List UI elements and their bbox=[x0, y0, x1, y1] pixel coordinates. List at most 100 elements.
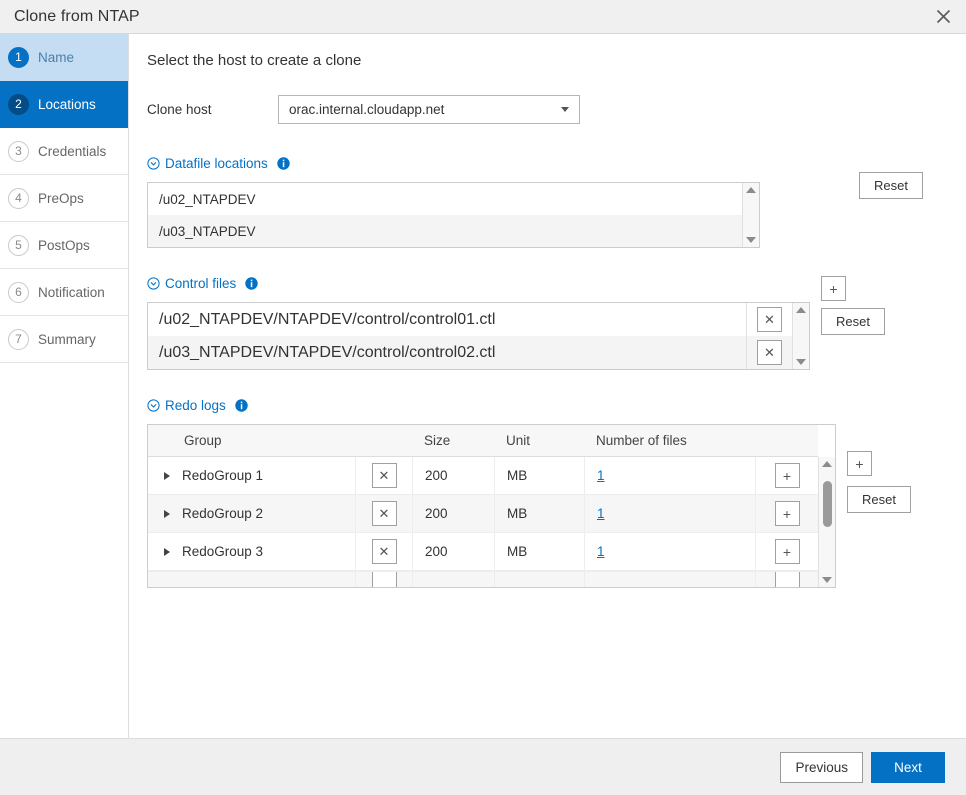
info-icon[interactable] bbox=[235, 399, 248, 412]
datafile-locations-header: Datafile locations bbox=[147, 156, 966, 171]
redo-number-of-files-link[interactable]: 1 bbox=[597, 544, 605, 559]
sidebar-item-postops[interactable]: 5 PostOps bbox=[0, 222, 128, 269]
dialog-title: Clone from NTAP bbox=[14, 7, 140, 25]
redo-remove-cell-partial bbox=[355, 572, 412, 587]
redo-add-cell: + bbox=[755, 457, 818, 494]
scroll-up-icon[interactable] bbox=[796, 307, 806, 313]
redo-logs-reset-button[interactable]: Reset bbox=[847, 486, 911, 513]
redo-logs-section: Redo logs Group Size Unit Number of file… bbox=[147, 398, 966, 588]
remove-control-file-button[interactable]: ✕ bbox=[757, 340, 782, 365]
step-label: Notification bbox=[38, 284, 105, 300]
column-header-unit: Unit bbox=[506, 433, 531, 448]
column-header-number-of-files: Number of files bbox=[596, 433, 687, 448]
redo-size-cell[interactable]: 200 bbox=[412, 533, 494, 570]
expand-row-icon[interactable] bbox=[164, 471, 170, 480]
redo-number-of-files-link[interactable]: 1 bbox=[597, 506, 605, 521]
redo-group-name: RedoGroup 2 bbox=[182, 506, 264, 521]
control-file-path: /u03_NTAPDEV/NTAPDEV/control/control02.c… bbox=[159, 343, 496, 361]
add-redo-file-button-partial[interactable] bbox=[774, 572, 800, 587]
step-label: Credentials bbox=[38, 143, 107, 159]
control-files-actions: + Reset bbox=[821, 276, 885, 335]
datafile-locations-list[interactable]: /u02_NTAPDEV /u03_NTAPDEV bbox=[147, 182, 760, 248]
clone-host-row: Clone host orac.internal.cloudapp.net bbox=[147, 95, 966, 124]
circle-chevron-down-icon[interactable] bbox=[147, 399, 160, 412]
list-item[interactable]: /u03_NTAPDEV bbox=[148, 215, 742, 247]
step-number: 3 bbox=[8, 140, 29, 162]
redo-number-of-files-link[interactable]: 1 bbox=[597, 468, 605, 483]
datafile-locations-title[interactable]: Datafile locations bbox=[165, 156, 268, 171]
sidebar-item-name[interactable]: 1 Name bbox=[0, 34, 128, 81]
add-redo-file-button[interactable]: + bbox=[774, 539, 800, 564]
dialog-body: 1 Name 2 Locations 3 Credentials 4 PreOp… bbox=[0, 34, 966, 738]
circle-chevron-down-icon[interactable] bbox=[147, 277, 160, 290]
sidebar-item-notification[interactable]: 6 Notification bbox=[0, 269, 128, 316]
redo-group-cell-partial bbox=[148, 572, 355, 587]
scroll-down-icon[interactable] bbox=[822, 577, 832, 583]
sidebar-item-summary[interactable]: 7 Summary bbox=[0, 316, 128, 363]
sidebar-item-credentials[interactable]: 3 Credentials bbox=[0, 128, 128, 175]
redo-logs-header-row: Group Size Unit Number of files bbox=[148, 425, 818, 457]
previous-button[interactable]: Previous bbox=[780, 751, 863, 783]
scrollbar-thumb[interactable] bbox=[823, 481, 832, 527]
scroll-down-icon[interactable] bbox=[796, 359, 806, 365]
redo-logs-table-body: Group Size Unit Number of files RedoGrou… bbox=[148, 425, 818, 587]
close-icon[interactable] bbox=[920, 0, 966, 33]
add-redo-file-button[interactable]: + bbox=[774, 501, 800, 526]
next-button[interactable]: Next bbox=[871, 751, 945, 783]
redo-unit-cell[interactable]: MB bbox=[494, 495, 584, 532]
scroll-up-icon[interactable] bbox=[822, 461, 832, 467]
datafile-reset-button[interactable]: Reset bbox=[859, 172, 923, 199]
dialog-footer: Previous Next bbox=[0, 738, 966, 795]
redo-group-name: RedoGroup 1 bbox=[182, 468, 264, 483]
sidebar-item-preops[interactable]: 4 PreOps bbox=[0, 175, 128, 222]
info-icon[interactable] bbox=[277, 157, 290, 170]
remove-redo-group-button[interactable]: ✕ bbox=[371, 539, 397, 564]
info-icon[interactable] bbox=[245, 277, 258, 290]
datafile-list-scrollbar[interactable] bbox=[742, 183, 759, 247]
step-label: PreOps bbox=[38, 190, 84, 206]
circle-chevron-down-icon[interactable] bbox=[147, 157, 160, 170]
table-row[interactable]: RedoGroup 1 ✕ 200 MB 1 + bbox=[148, 457, 818, 495]
table-row[interactable]: RedoGroup 3 ✕ 200 MB 1 + bbox=[148, 533, 818, 571]
table-row[interactable]: RedoGroup 2 ✕ 200 MB 1 + bbox=[148, 495, 818, 533]
control-file-rows: /u02_NTAPDEV/NTAPDEV/control/control01.c… bbox=[148, 303, 792, 369]
list-item[interactable]: /u02_NTAPDEV/NTAPDEV/control/control01.c… bbox=[148, 303, 792, 336]
datafile-rows: /u02_NTAPDEV /u03_NTAPDEV bbox=[148, 183, 742, 247]
control-files-list[interactable]: /u02_NTAPDEV/NTAPDEV/control/control01.c… bbox=[147, 302, 810, 370]
redo-remove-cell: ✕ bbox=[355, 495, 412, 532]
step-number: 6 bbox=[8, 281, 29, 303]
control-files-scrollbar[interactable] bbox=[792, 303, 809, 369]
redo-unit-cell-partial bbox=[494, 572, 584, 587]
remove-redo-group-button[interactable]: ✕ bbox=[371, 501, 397, 526]
redo-size-cell[interactable]: 200 bbox=[412, 457, 494, 494]
datafile-path: /u03_NTAPDEV bbox=[159, 223, 256, 239]
redo-number-of-files-cell: 1 bbox=[584, 533, 755, 570]
step-number: 4 bbox=[8, 187, 29, 209]
list-item[interactable]: /u03_NTAPDEV/NTAPDEV/control/control02.c… bbox=[148, 336, 792, 369]
expand-row-icon[interactable] bbox=[164, 547, 170, 556]
remove-redo-group-button-partial[interactable] bbox=[371, 572, 397, 587]
redo-remove-cell: ✕ bbox=[355, 533, 412, 570]
redo-logs-scrollbar[interactable] bbox=[818, 457, 835, 587]
redo-unit-cell[interactable]: MB bbox=[494, 533, 584, 570]
scroll-up-icon[interactable] bbox=[746, 187, 756, 193]
expand-row-icon[interactable] bbox=[164, 509, 170, 518]
clone-host-select[interactable]: orac.internal.cloudapp.net bbox=[278, 95, 580, 124]
sidebar-item-locations[interactable]: 2 Locations bbox=[0, 81, 128, 128]
redo-logs-title[interactable]: Redo logs bbox=[165, 398, 226, 413]
remove-redo-group-button[interactable]: ✕ bbox=[371, 463, 397, 488]
add-control-file-button[interactable]: + bbox=[821, 276, 846, 301]
remove-control-file-button[interactable]: ✕ bbox=[757, 307, 782, 332]
control-files-title[interactable]: Control files bbox=[165, 276, 236, 291]
scroll-down-icon[interactable] bbox=[746, 237, 756, 243]
add-redo-file-button[interactable]: + bbox=[774, 463, 800, 488]
chevron-down-icon bbox=[561, 107, 569, 112]
redo-logs-actions: + Reset bbox=[847, 451, 911, 513]
list-item[interactable]: /u02_NTAPDEV bbox=[148, 183, 742, 215]
redo-size-cell[interactable]: 200 bbox=[412, 495, 494, 532]
control-files-reset-button[interactable]: Reset bbox=[821, 308, 885, 335]
clone-host-label: Clone host bbox=[147, 102, 212, 117]
redo-unit-cell[interactable]: MB bbox=[494, 457, 584, 494]
add-redo-group-button[interactable]: + bbox=[847, 451, 872, 476]
redo-size-cell-partial bbox=[412, 572, 494, 587]
